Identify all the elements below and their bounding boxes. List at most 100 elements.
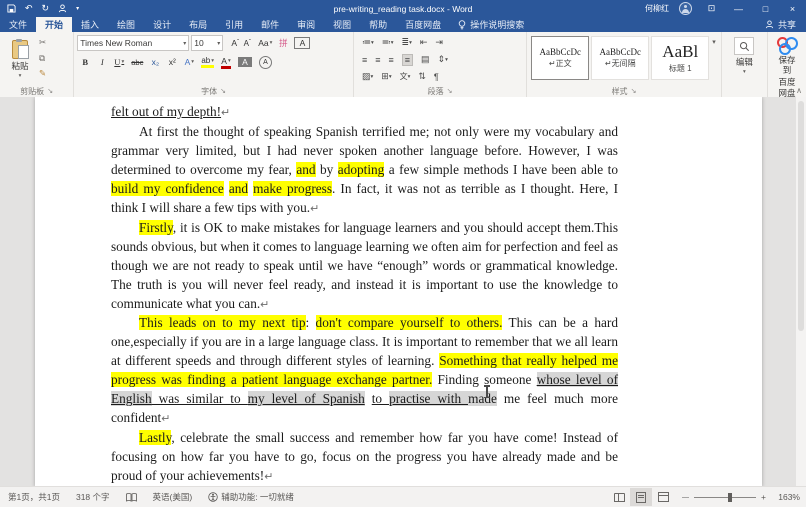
enclose-character-button[interactable]: A: [259, 56, 272, 69]
character-border-button[interactable]: A: [294, 37, 310, 49]
tab-mailings[interactable]: 邮件: [252, 17, 288, 32]
zoom-out-button[interactable]: —: [682, 494, 689, 501]
style-item-heading-1[interactable]: AaBl标题 1: [651, 36, 709, 80]
zoom-in-button[interactable]: +: [761, 492, 766, 502]
tab-help[interactable]: 帮助: [360, 17, 396, 32]
tab-baidu-netdisk[interactable]: 百度网盘: [396, 17, 450, 32]
proofing-icon[interactable]: [118, 493, 145, 502]
ribbon-display-options-icon[interactable]: ⊡: [698, 0, 725, 17]
highlight-button[interactable]: ab▾: [201, 56, 214, 68]
word-count[interactable]: 318 个字: [68, 491, 118, 503]
zoom-level[interactable]: 163%: [774, 492, 806, 502]
style-item-no-spacing[interactable]: AaBbCcDc↵无间隔: [591, 36, 649, 80]
read-mode-icon[interactable]: [608, 488, 630, 506]
underline-button[interactable]: U▾: [114, 57, 124, 67]
collapse-ribbon-icon[interactable]: ∧: [796, 86, 802, 95]
shrink-font-button[interactable]: Aˇ: [242, 39, 252, 48]
tab-insert[interactable]: 插入: [72, 17, 108, 32]
tab-review[interactable]: 审阅: [288, 17, 324, 32]
style-item-normal[interactable]: AaBbCcDc↵正文: [531, 36, 589, 80]
font-size-combo[interactable]: 10▾: [191, 35, 223, 51]
tab-view[interactable]: 视图: [324, 17, 360, 32]
web-layout-icon[interactable]: [652, 488, 674, 506]
paragraph[interactable]: felt out of my depth!↵: [111, 103, 618, 123]
increase-indent-icon[interactable]: ⇥: [435, 37, 443, 48]
copy-icon[interactable]: ⧉: [39, 53, 46, 64]
redo-icon[interactable]: ↻: [42, 4, 50, 13]
phonetic-guide-button[interactable]: 拼: [278, 37, 288, 49]
text-run: adopting: [338, 162, 385, 177]
clipboard-dialog-launcher-icon[interactable]: ↘: [47, 88, 53, 95]
zoom-slider[interactable]: [694, 497, 756, 498]
tab-home[interactable]: 开始: [36, 17, 72, 32]
paste-button[interactable]: 粘贴 ▾: [3, 34, 37, 85]
tab-layout[interactable]: 布局: [180, 17, 216, 32]
save-icon[interactable]: [7, 4, 16, 13]
user-ink-icon[interactable]: [58, 4, 67, 13]
vertical-scrollbar[interactable]: [796, 97, 806, 487]
paragraph[interactable]: At first the thought of speaking Spanish…: [111, 123, 618, 219]
share-button[interactable]: 共享: [755, 17, 806, 32]
align-center-icon[interactable]: ≡: [375, 55, 380, 65]
styles-dialog-launcher-icon[interactable]: ↘: [631, 88, 637, 95]
paragraph[interactable]: This leads on to my next tip: don't comp…: [111, 314, 618, 429]
sort-icon[interactable]: ⇅: [418, 71, 426, 82]
text-run: build my confidence: [111, 181, 224, 196]
close-button[interactable]: ×: [779, 0, 806, 17]
text-effects-button[interactable]: A▾: [184, 57, 194, 67]
subscript-button[interactable]: x₂: [150, 57, 160, 67]
bullets-icon[interactable]: ≔▾: [362, 37, 374, 48]
scrollbar-thumb[interactable]: [798, 101, 804, 331]
editing-button[interactable]: 编辑 ▾: [725, 34, 764, 76]
account-name[interactable]: 何柳红: [641, 3, 673, 14]
paragraph[interactable]: Lastly, celebrate the small success and …: [111, 429, 618, 487]
bold-button[interactable]: B: [80, 57, 90, 67]
page-indicator[interactable]: 第1页，共1页: [0, 491, 68, 503]
italic-button[interactable]: I: [97, 57, 107, 67]
borders-icon[interactable]: ⊞▾: [381, 71, 391, 82]
font-name-combo[interactable]: Times New Roman▾: [77, 35, 189, 51]
zoom-slider-thumb[interactable]: [728, 493, 732, 502]
justify-icon[interactable]: ≡: [402, 54, 413, 66]
asian-layout-icon[interactable]: 文▾: [400, 71, 411, 82]
tab-design[interactable]: 设计: [144, 17, 180, 32]
cut-icon[interactable]: ✂: [39, 37, 46, 48]
line-spacing-icon[interactable]: ⇕▾: [438, 54, 448, 65]
format-painter-icon[interactable]: ✎: [39, 68, 46, 79]
undo-icon[interactable]: ↶: [25, 4, 33, 13]
show-marks-icon[interactable]: ¶: [434, 72, 439, 82]
tell-me-search[interactable]: 操作说明搜索: [450, 17, 532, 32]
language-indicator[interactable]: 英语(美国): [145, 491, 201, 503]
customize-qat-icon[interactable]: ▾: [76, 6, 79, 12]
decrease-indent-icon[interactable]: ⇤: [420, 37, 428, 48]
text-run: :: [306, 315, 316, 330]
tab-file[interactable]: 文件: [0, 17, 36, 32]
avatar[interactable]: [679, 2, 692, 15]
align-right-icon[interactable]: ≡: [389, 55, 394, 65]
paragraph[interactable]: Firstly, it is OK to make mistakes for l…: [111, 219, 618, 315]
paragraph-dialog-launcher-icon[interactable]: ↘: [447, 88, 453, 95]
distribute-icon[interactable]: ▤: [421, 54, 430, 65]
grow-font-button[interactable]: Aˆ: [230, 38, 240, 48]
styles-more-icon[interactable]: ▾: [710, 34, 718, 50]
character-shading-button[interactable]: A: [238, 57, 252, 67]
numbering-icon[interactable]: ≕▾: [382, 37, 394, 48]
document-text[interactable]: felt out of my depth!↵At first the thoug…: [111, 103, 618, 487]
style-preview: AaBbCcDc: [600, 47, 642, 57]
accessibility-status[interactable]: 辅助功能: 一切就绪: [200, 491, 302, 503]
lightbulb-icon: [458, 20, 466, 30]
tab-references[interactable]: 引用: [216, 17, 252, 32]
restore-button[interactable]: □: [752, 0, 779, 17]
align-left-icon[interactable]: ≡: [362, 55, 367, 65]
font-dialog-launcher-icon[interactable]: ↘: [220, 88, 226, 95]
text-run: This leads on to my next tip: [139, 315, 306, 330]
minimize-button[interactable]: —: [725, 0, 752, 17]
font-color-button[interactable]: A▾: [221, 56, 231, 69]
superscript-button[interactable]: x²: [167, 57, 177, 67]
print-layout-icon[interactable]: [630, 488, 652, 506]
change-case-button[interactable]: Aa▾: [258, 38, 272, 48]
shading-icon[interactable]: ▨▾: [362, 71, 373, 82]
tab-draw[interactable]: 绘图: [108, 17, 144, 32]
multilevel-list-icon[interactable]: ≣▾: [402, 37, 412, 48]
strikethrough-button[interactable]: abc: [131, 58, 143, 67]
